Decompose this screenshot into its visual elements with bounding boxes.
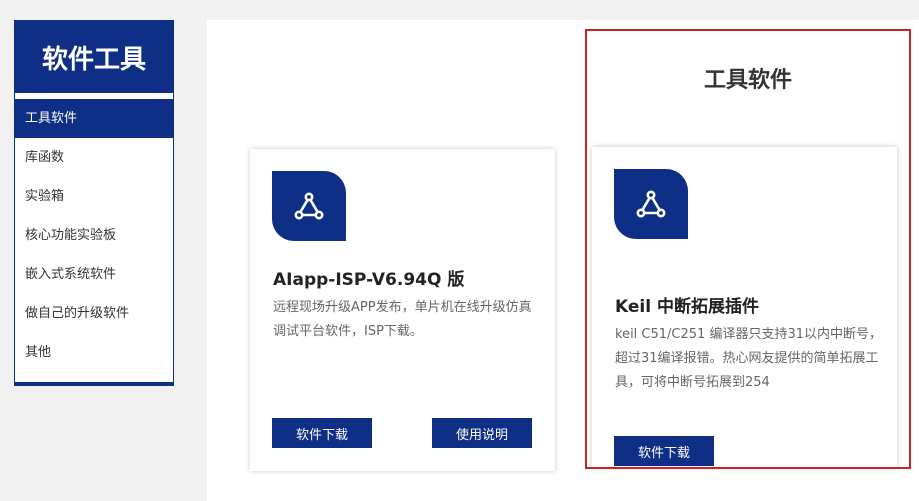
download-button[interactable]: 软件下载 — [614, 436, 714, 466]
sidebar-item-core-board[interactable]: 核心功能实验板 — [15, 216, 173, 255]
sidebar-menu: 工具软件 库函数 实验箱 核心功能实验板 嵌入式系统软件 做自己的升级软件 其他 — [15, 99, 173, 372]
sidebar-item-upgrade-software[interactable]: 做自己的升级软件 — [15, 294, 173, 333]
sidebar-title: 软件工具 — [15, 21, 173, 93]
webhook-icon — [272, 171, 346, 241]
manual-button[interactable]: 使用说明 — [432, 418, 532, 448]
card-title: AIapp-ISP-V6.94Q 版 — [273, 270, 465, 290]
card-description: 远程现场升级APP发布，单片机在线升级仿真调试平台软件，ISP下载。 — [273, 300, 532, 339]
section-title: 工具软件 — [703, 68, 792, 93]
software-card: AIapp-ISP-V6.94Q 版 远程现场升级APP发布，单片机在线升级仿真… — [250, 149, 555, 471]
sidebar-item-tool-software[interactable]: 工具软件 — [15, 99, 173, 138]
webhook-icon — [614, 169, 688, 239]
card-title: Keil 中断拓展插件 — [615, 297, 759, 317]
sidebar-bottom-bar — [14, 382, 174, 386]
software-card: Keil 中断拓展插件 keil C51/C251 编译器只支持31以内中断号，… — [592, 147, 897, 467]
sidebar-divider — [15, 93, 173, 97]
sidebar-item-library[interactable]: 库函数 — [15, 138, 173, 177]
sidebar-item-lab-box[interactable]: 实验箱 — [15, 177, 173, 216]
sidebar-item-embedded-software[interactable]: 嵌入式系统软件 — [15, 255, 173, 294]
download-button[interactable]: 软件下载 — [272, 418, 372, 448]
card-description: keil C51/C251 编译器只支持31以内中断号，超过31编译报错。热心网… — [615, 327, 882, 390]
sidebar: 软件工具 工具软件 库函数 实验箱 核心功能实验板 嵌入式系统软件 做自己的升级… — [14, 20, 174, 386]
sidebar-item-other[interactable]: 其他 — [15, 333, 173, 372]
